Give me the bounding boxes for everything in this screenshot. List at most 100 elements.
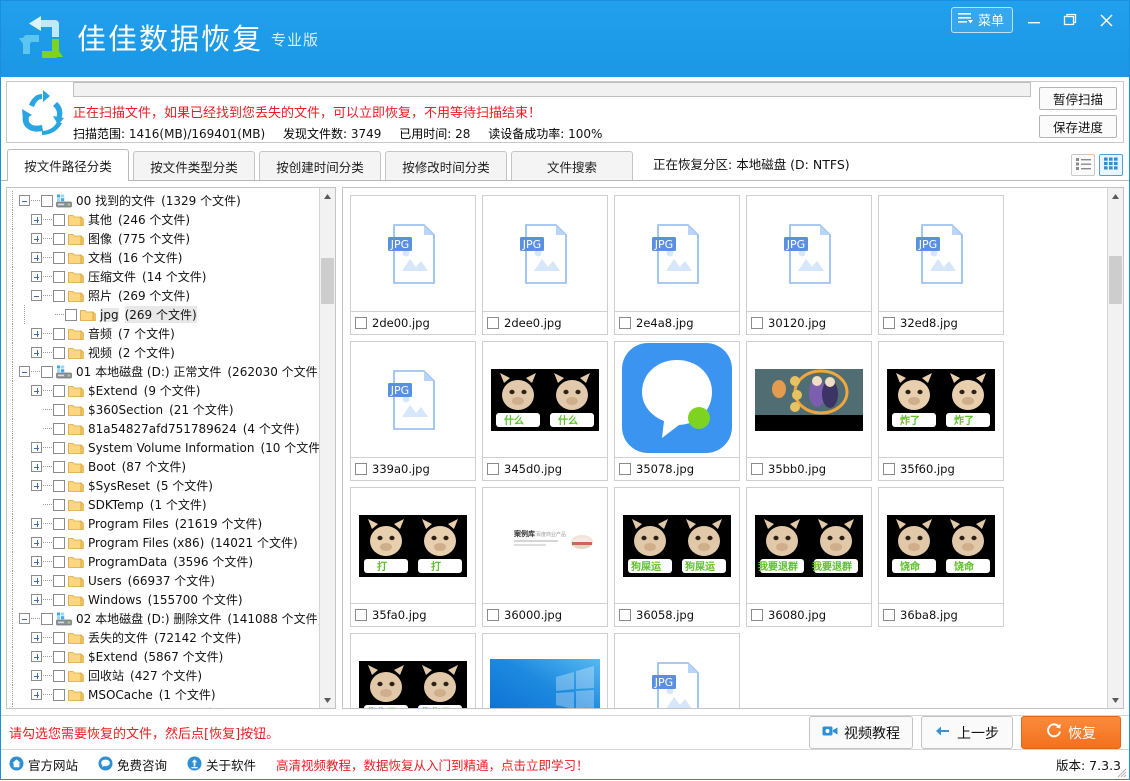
tree-expand-button[interactable]	[31, 233, 42, 244]
tree-node[interactable]: 照片(269 个文件)	[7, 286, 319, 305]
tree-node-checkbox[interactable]	[53, 423, 65, 435]
tree-scrollbar-thumb[interactable]	[321, 258, 334, 304]
file-grid-item[interactable]: 37a58.jpg	[482, 633, 608, 709]
tree-node-checkbox[interactable]	[53, 575, 65, 587]
tree-node-checkbox[interactable]	[53, 651, 65, 663]
file-grid-item[interactable]: 炸了炸了35f60.jpg	[878, 341, 1004, 481]
tree-expand-button[interactable]	[31, 537, 42, 548]
tree-node-checkbox[interactable]	[53, 233, 65, 245]
tree-expand-button[interactable]	[31, 689, 42, 700]
tree-node[interactable]: 压缩文件(14 个文件)	[7, 267, 319, 286]
tree-node-checkbox[interactable]	[53, 670, 65, 682]
tree-node[interactable]: 360SANDBOX(6 个文件)	[7, 704, 319, 708]
tab-file-search[interactable]: 文件搜索	[511, 151, 633, 180]
tree-node-checkbox[interactable]	[53, 594, 65, 606]
file-grid-item[interactable]: JPG339a0.jpg	[350, 341, 476, 481]
file-grid-item[interactable]: 狗屎运狗屎运36058.jpg	[614, 487, 740, 627]
tree-expand-button[interactable]	[31, 328, 42, 339]
pause-scan-button[interactable]: 暂停扫描	[1039, 87, 1117, 110]
file-grid-item[interactable]: JPG32ed8.jpg	[878, 195, 1004, 335]
tree-expand-button[interactable]	[31, 670, 42, 681]
tree-node-checkbox[interactable]	[53, 385, 65, 397]
file-grid-item[interactable]: JPG30120.jpg	[746, 195, 872, 335]
tree-node-checkbox[interactable]	[41, 366, 53, 378]
file-grid-item[interactable]: 我要退群我要退群36080.jpg	[746, 487, 872, 627]
file-thumbnail[interactable]: JPG	[483, 196, 607, 312]
tab-by-modify-time[interactable]: 按修改时间分类	[385, 151, 507, 180]
tree-node[interactable]: 丢失的文件(72142 个文件)	[7, 628, 319, 647]
file-thumbnail[interactable]: 什么什么	[483, 342, 607, 458]
tree-node-checkbox[interactable]	[53, 252, 65, 264]
file-grid-item[interactable]: 打打35fa0.jpg	[350, 487, 476, 627]
file-thumbnail[interactable]: 狗屎运狗屎运	[615, 488, 739, 604]
tree-node-checkbox[interactable]	[53, 328, 65, 340]
file-checkbox[interactable]	[751, 317, 763, 329]
file-grid-item[interactable]: 35078.jpg	[614, 341, 740, 481]
save-progress-button[interactable]: 保存进度	[1039, 115, 1117, 138]
tree-node-checkbox[interactable]	[53, 689, 65, 701]
tree-expand-button[interactable]	[31, 214, 42, 225]
tree-node-checkbox[interactable]	[53, 461, 65, 473]
file-thumbnail[interactable]: 靠你了靠你了	[351, 634, 475, 709]
tree-node-checkbox[interactable]	[53, 347, 65, 359]
tree-node[interactable]: $Extend(5867 个文件)	[7, 647, 319, 666]
file-checkbox[interactable]	[619, 609, 631, 621]
tree-node[interactable]: System Volume Information(10 个文件)	[7, 438, 319, 457]
tree-node[interactable]: 其他(246 个文件)	[7, 210, 319, 229]
tree-node-checkbox[interactable]	[53, 290, 65, 302]
resize-grip[interactable]	[1117, 767, 1127, 777]
tree-node[interactable]: 02 本地磁盘 (D:) 删除文件(141088 个文件)	[7, 609, 319, 628]
tree-scroll-down-button[interactable]	[320, 692, 335, 708]
grid-scrollbar[interactable]	[1107, 188, 1123, 708]
file-checkbox[interactable]	[355, 463, 367, 475]
file-checkbox[interactable]	[355, 317, 367, 329]
tree-node-checkbox[interactable]	[53, 442, 65, 454]
file-checkbox[interactable]	[619, 317, 631, 329]
file-grid-item[interactable]: 饶命饶命36ba8.jpg	[878, 487, 1004, 627]
tree-expand-button[interactable]	[31, 651, 42, 662]
file-grid-item[interactable]: 什么什么345d0.jpg	[482, 341, 608, 481]
tree-node-checkbox[interactable]	[53, 404, 65, 416]
tree-node[interactable]: 文档(16 个文件)	[7, 248, 319, 267]
tree-node-checkbox[interactable]	[53, 480, 65, 492]
file-thumbnail[interactable]: 炸了炸了	[879, 342, 1003, 458]
tree-collapse-button[interactable]	[19, 195, 30, 206]
tree-node-checkbox[interactable]	[53, 632, 65, 644]
tree-node-checkbox[interactable]	[53, 518, 65, 530]
file-thumbnail[interactable]	[483, 634, 607, 709]
tree-expand-button[interactable]	[31, 347, 42, 358]
file-thumbnail[interactable]	[615, 342, 739, 458]
file-checkbox[interactable]	[883, 317, 895, 329]
tree-node[interactable]: MSOCache(1 个文件)	[7, 685, 319, 704]
tree-node-checkbox[interactable]	[53, 214, 65, 226]
footer-link-about-software[interactable]: 关于软件	[187, 755, 256, 774]
file-checkbox[interactable]	[487, 463, 499, 475]
file-checkbox[interactable]	[619, 463, 631, 475]
tab-by-create-time[interactable]: 按创建时间分类	[259, 151, 381, 180]
file-thumbnail[interactable]: JPG	[615, 634, 739, 709]
tree-expand-button[interactable]	[31, 385, 42, 396]
file-thumbnail[interactable]: 饶命饶命	[879, 488, 1003, 604]
tree-expand-button[interactable]	[31, 594, 42, 605]
tree-node[interactable]: Windows(155700 个文件)	[7, 590, 319, 609]
video-tutorial-button[interactable]: 视频教程	[809, 716, 913, 749]
file-checkbox[interactable]	[487, 609, 499, 621]
tree-node[interactable]: 图像(775 个文件)	[7, 229, 319, 248]
file-grid[interactable]: JPG2de00.jpgJPG2dee0.jpgJPG2e4a8.jpgJPG3…	[347, 192, 1107, 709]
previous-step-button[interactable]: 上一步	[921, 716, 1013, 749]
menu-button[interactable]: 菜单	[951, 7, 1013, 33]
tree-node-checkbox[interactable]	[65, 309, 77, 321]
file-thumbnail[interactable]: JPG	[879, 196, 1003, 312]
footer-link-official-site[interactable]: 官方网站	[9, 755, 78, 774]
file-checkbox[interactable]	[487, 317, 499, 329]
file-grid-item[interactable]: JPG39e40.jpg	[614, 633, 740, 709]
file-checkbox[interactable]	[883, 609, 895, 621]
file-checkbox[interactable]	[883, 463, 895, 475]
tree-node[interactable]: $SysReset(5 个文件)	[7, 476, 319, 495]
tree-node[interactable]: 01 本地磁盘 (D:) 正常文件(262030 个文件)	[7, 362, 319, 381]
file-grid-item[interactable]: JPG2de00.jpg	[350, 195, 476, 335]
tab-by-file-type[interactable]: 按文件类型分类	[133, 151, 255, 180]
tree-expand-button[interactable]	[31, 575, 42, 586]
tab-by-file-path[interactable]: 按文件路径分类	[7, 149, 129, 181]
tree-scroll-up-button[interactable]	[320, 188, 335, 204]
